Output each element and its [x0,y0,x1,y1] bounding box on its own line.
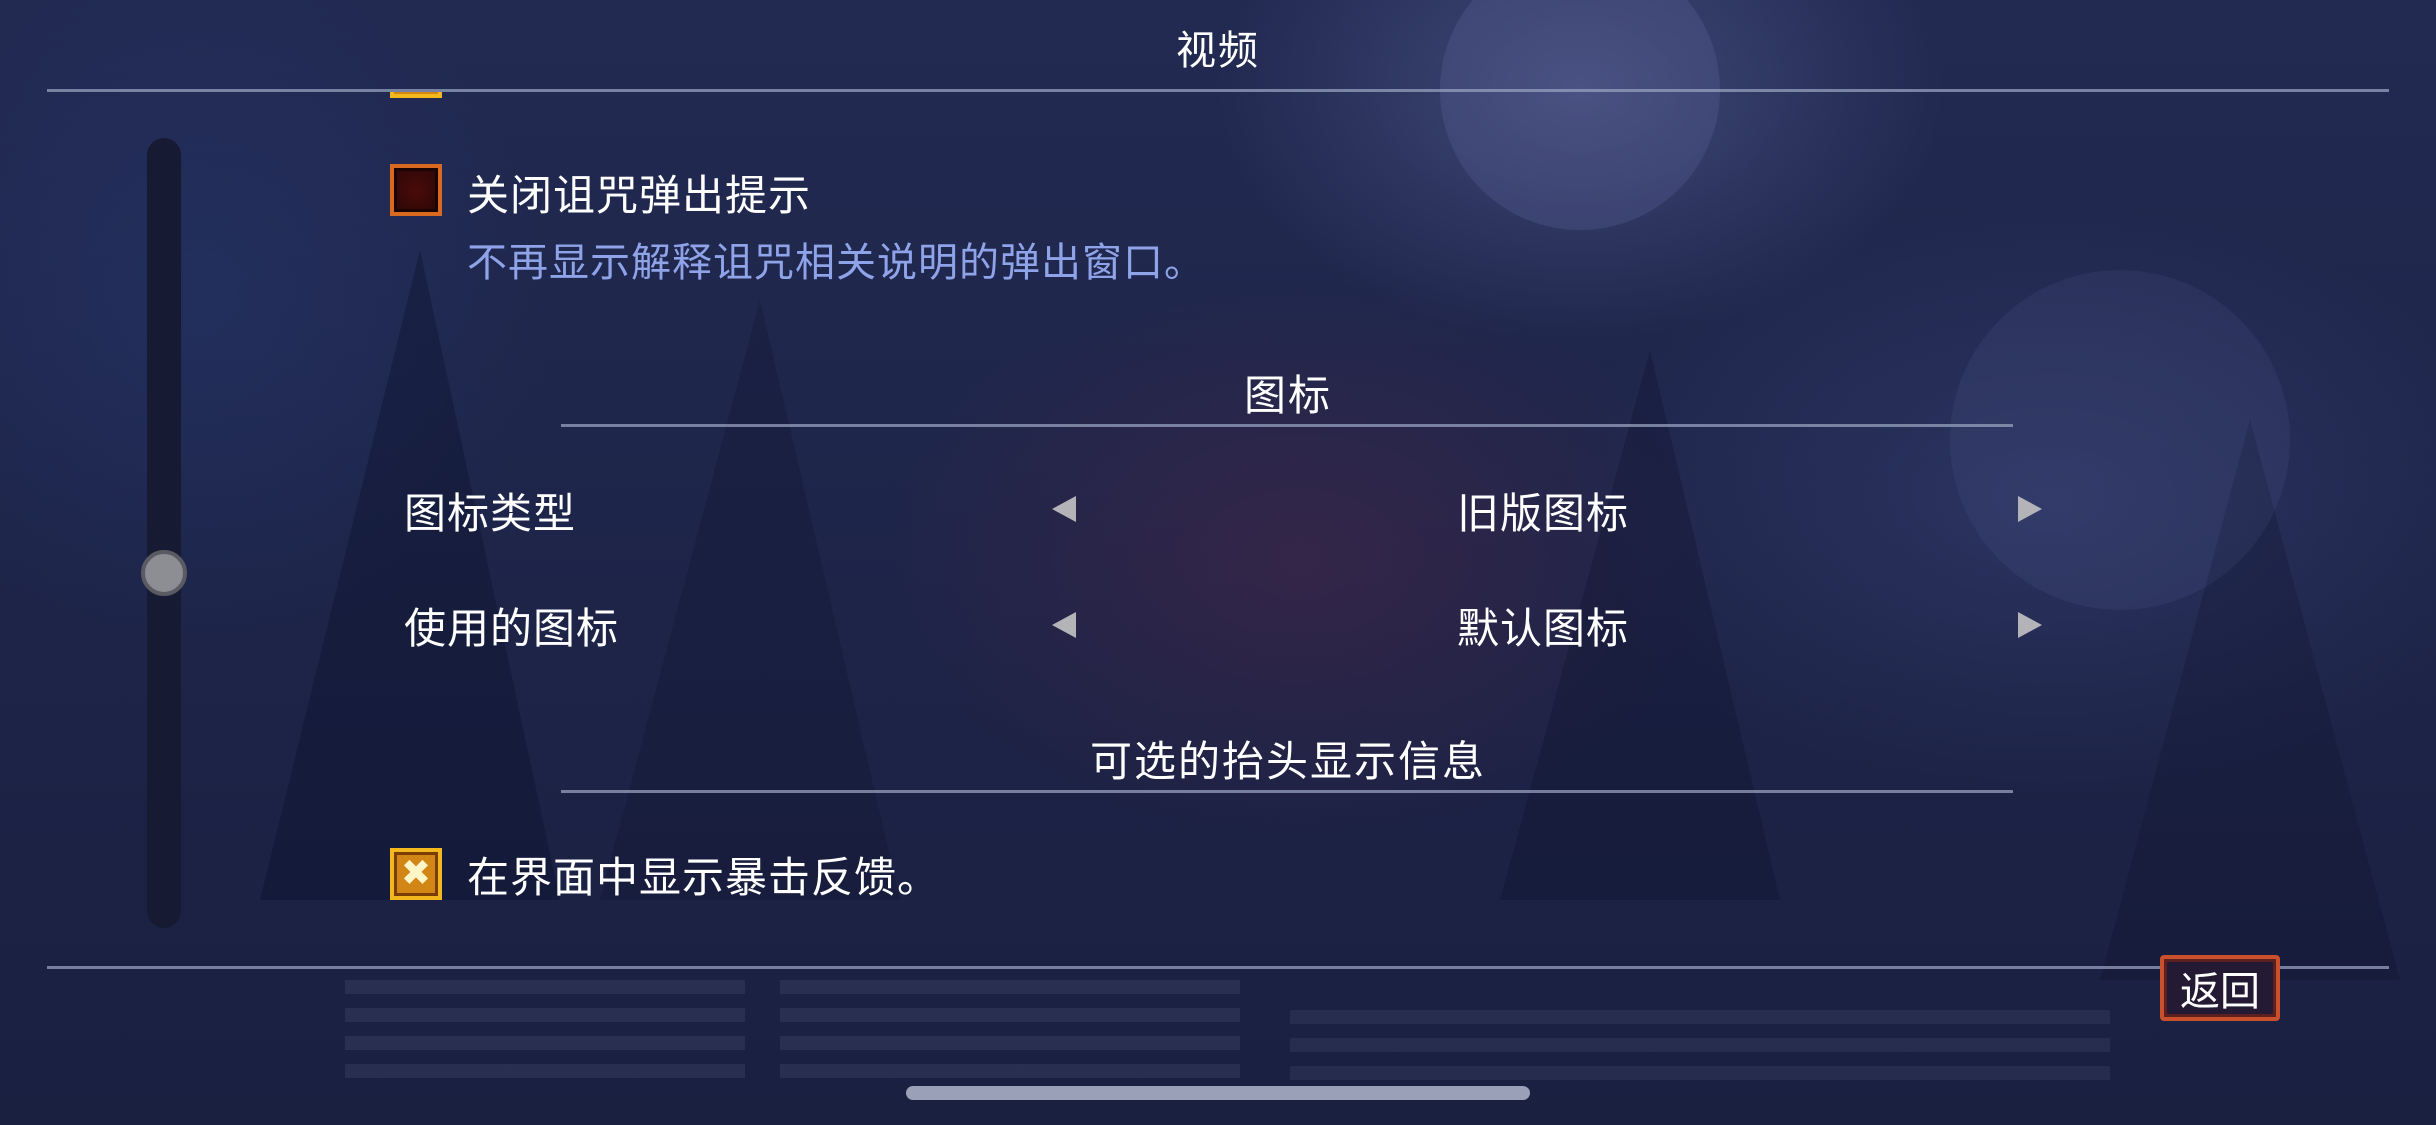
section-title-icons: 图标 [1243,371,1332,420]
show-crit-feedback-label[interactable]: 在界面中显示暴击反馈。 [467,844,940,905]
icon-used-label: 使用的图标 [404,604,620,653]
icon-used-prev-arrow-icon[interactable] [1052,612,1076,638]
close-curse-popup-label[interactable]: 关闭诅咒弹出提示 [467,162,811,223]
background-fine-print-1 [345,980,745,1090]
icon-used-value: 默认图标 [1457,604,1630,653]
background-fine-print-3 [1290,1010,2110,1080]
checkbox-partial-top[interactable] [390,92,442,98]
icon-type-prev-arrow-icon[interactable] [1052,496,1076,522]
icon-type-label: 图标类型 [404,489,577,538]
icon-used-next-arrow-icon[interactable] [2018,612,2042,638]
close-curse-popup-checkbox[interactable] [390,164,442,216]
section-divider-icons [561,424,2013,427]
background-fine-print-2 [780,980,1240,1090]
settings-list: 关闭诅咒弹出提示 不再显示解释诅咒相关说明的弹出窗口。 图标 图标类型 旧版图标… [0,92,2436,964]
page-title: 视频 [1176,28,1260,74]
home-indicator[interactable] [906,1086,1530,1100]
back-button[interactable]: 返回 [2160,955,2280,1021]
settings-screen: 视频 关闭诅咒弹出提示 不再显示解释诅咒相关说明的弹出窗口。 图标 图标类型 旧… [0,0,2436,1125]
icon-type-next-arrow-icon[interactable] [2018,496,2042,522]
close-curse-popup-description: 不再显示解释诅咒相关说明的弹出窗口。 [467,240,1205,286]
check-x-icon: ✖ [400,853,432,894]
footer-divider [47,966,2389,969]
section-title-hud: 可选的抬头显示信息 [1089,737,1486,786]
icon-type-value: 旧版图标 [1457,489,1630,538]
section-divider-hud [561,790,2013,793]
show-crit-feedback-checkbox[interactable]: ✖ [390,848,442,900]
